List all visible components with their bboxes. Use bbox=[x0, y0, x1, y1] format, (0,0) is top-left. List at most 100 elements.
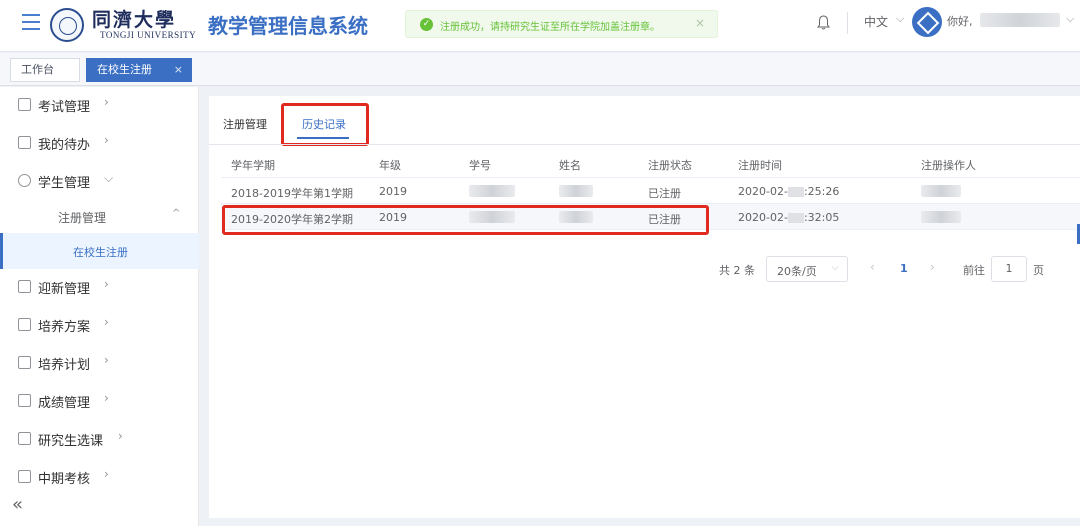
tab-registration-management[interactable]: 注册管理 bbox=[223, 116, 267, 132]
bell-icon[interactable] bbox=[817, 15, 830, 30]
term-cell: 2018-2019学年第1学期 bbox=[231, 187, 353, 200]
sidebar-item-todo[interactable]: 我的待办 › bbox=[0, 125, 199, 161]
time-prefix: 2020-02- bbox=[738, 185, 788, 198]
chevron-down-icon: ⌵ bbox=[831, 262, 839, 273]
grades-icon bbox=[18, 394, 31, 407]
course-icon bbox=[18, 432, 31, 445]
sidebar-item-label: 迎新管理 bbox=[38, 282, 91, 297]
operator-redacted bbox=[921, 185, 961, 197]
sidebar-item-label: 我的待办 bbox=[38, 138, 91, 153]
chevron-right-icon: › bbox=[104, 391, 109, 405]
operator-redacted bbox=[921, 211, 961, 223]
sidebar-item-registration[interactable]: 注册管理 ^ bbox=[0, 199, 199, 235]
toast-message: 注册成功，请持研究生证至所在学院加盖注册章。 bbox=[440, 22, 660, 33]
page-size-select[interactable]: 20条/页 ⌵ bbox=[766, 256, 848, 282]
table-row[interactable]: 2018-2019学年第1学期 2019 已注册 2020-02- :25:26 bbox=[221, 178, 1080, 204]
column-header: 注册时间 bbox=[738, 159, 782, 172]
todo-icon bbox=[18, 136, 31, 149]
avatar[interactable] bbox=[912, 7, 942, 37]
collapse-sidebar-icon[interactable]: « bbox=[12, 494, 23, 515]
chevron-right-icon: › bbox=[104, 277, 109, 291]
chevron-up-icon: ^ bbox=[172, 208, 181, 219]
grid-icon bbox=[18, 318, 31, 331]
sidebar-item-grades[interactable]: 成绩管理 › bbox=[0, 383, 199, 419]
sidebar-item-label: 中期考核 bbox=[38, 472, 91, 487]
close-icon[interactable]: × bbox=[695, 16, 705, 30]
chevron-right-icon: › bbox=[118, 429, 123, 443]
system-title: 教学管理信息系统 bbox=[208, 14, 368, 38]
sidebar-item-label: 培养计划 bbox=[38, 358, 91, 373]
sidebar-item-enrollment[interactable]: 迎新管理 › bbox=[0, 269, 199, 305]
chevron-down-icon: ⌵ bbox=[104, 171, 114, 185]
time-suffix: :32:05 bbox=[803, 211, 840, 224]
logo-chinese: 同濟大學 bbox=[92, 9, 177, 31]
sidebar: 考试管理 › 我的待办 › 学生管理 ⌵ 注册管理 ^ 在校生注册 迎新管理 ›… bbox=[0, 87, 199, 526]
time-cell: 2020-02-:32:05 bbox=[738, 211, 839, 224]
language-select[interactable]: 中文 bbox=[864, 13, 888, 30]
sidebar-item-label: 在校生注册 bbox=[73, 246, 128, 259]
table-header: 学年学期 年级 学号 姓名 注册状态 注册时间 注册操作人 bbox=[221, 148, 1080, 178]
column-header: 注册操作人 bbox=[921, 159, 976, 172]
chevron-right-icon: › bbox=[104, 353, 109, 367]
column-header: 学号 bbox=[469, 159, 491, 172]
goto-page-input[interactable]: 1 bbox=[991, 256, 1027, 282]
university-seal-icon bbox=[50, 8, 84, 42]
close-icon[interactable]: × bbox=[174, 59, 183, 81]
logo-english: TONGJI UNIVERSITY bbox=[100, 30, 197, 40]
status-cell: 已注册 bbox=[648, 187, 681, 200]
sidebar-item-program[interactable]: 培养方案 › bbox=[0, 307, 199, 343]
tab-bar: 工作台 在校生注册 × bbox=[0, 53, 1080, 86]
chevron-right-icon: › bbox=[104, 95, 109, 109]
sidebar-item-label: 成绩管理 bbox=[38, 396, 91, 411]
user-name-redacted bbox=[980, 13, 1060, 27]
sidebar-item-student[interactable]: 学生管理 ⌵ bbox=[0, 163, 199, 199]
sidebar-item-label: 注册管理 bbox=[58, 211, 107, 225]
chevron-down-icon[interactable]: ⌵ bbox=[1066, 12, 1074, 26]
sidebar-item-label: 学生管理 bbox=[38, 176, 91, 191]
prev-page-icon[interactable]: ‹ bbox=[870, 260, 875, 274]
time-redacted bbox=[787, 213, 804, 223]
tabs-divider bbox=[209, 144, 1080, 145]
student-id-redacted bbox=[469, 185, 515, 197]
sidebar-item-midterm[interactable]: 中期考核 › bbox=[0, 459, 199, 495]
chevron-right-icon: › bbox=[104, 133, 109, 147]
exam-icon bbox=[18, 98, 31, 111]
sidebar-item-plan[interactable]: 培养计划 › bbox=[0, 345, 199, 381]
sidebar-item-course-selection[interactable]: 研究生选课 › bbox=[0, 421, 199, 457]
midterm-icon bbox=[18, 470, 31, 483]
tab-label: 在校生注册 bbox=[97, 63, 152, 76]
pagination-total: 共 2 条 bbox=[719, 264, 755, 277]
success-toast: ✓ 注册成功，请持研究生证至所在学院加盖注册章。 × bbox=[405, 10, 718, 38]
grade-cell: 2019 bbox=[379, 185, 407, 198]
column-header: 姓名 bbox=[559, 159, 581, 172]
menu-icon[interactable] bbox=[22, 14, 40, 30]
student-name-redacted bbox=[559, 185, 593, 197]
sidebar-item-label: 考试管理 bbox=[38, 100, 91, 115]
check-icon: ✓ bbox=[420, 18, 433, 31]
sidebar-item-exam[interactable]: 考试管理 › bbox=[0, 87, 199, 123]
sidebar-item-label: 培养方案 bbox=[38, 320, 91, 335]
page-size-value: 20条/页 bbox=[777, 265, 817, 278]
column-header: 学年学期 bbox=[231, 159, 275, 172]
column-header: 年级 bbox=[379, 159, 401, 172]
top-header: 同濟大學 TONGJI UNIVERSITY 教学管理信息系统 ✓ 注册成功，请… bbox=[0, 0, 1080, 52]
time-cell: 2020-02- :25:26 bbox=[738, 185, 839, 198]
time-suffix: :25:26 bbox=[803, 185, 840, 198]
calendar-icon bbox=[18, 356, 31, 369]
chevron-right-icon: › bbox=[104, 315, 109, 329]
goto-label: 前往 bbox=[963, 264, 985, 277]
chevron-right-icon: › bbox=[104, 467, 109, 481]
header-divider bbox=[847, 12, 848, 34]
tab-workbench[interactable]: 工作台 bbox=[10, 58, 80, 82]
page-number[interactable]: 1 bbox=[900, 262, 908, 275]
next-page-icon[interactable]: › bbox=[930, 260, 935, 274]
chevron-down-icon[interactable]: ⌵ bbox=[896, 12, 904, 26]
tab-student-registration[interactable]: 在校生注册 × bbox=[86, 58, 192, 82]
sidebar-item-student-registration[interactable]: 在校生注册 bbox=[0, 233, 199, 269]
enrollment-icon bbox=[18, 280, 31, 293]
page-unit-label: 页 bbox=[1033, 264, 1044, 277]
tab-label: 工作台 bbox=[21, 63, 54, 76]
main-card: 注册管理 历史记录 学年学期 年级 学号 姓名 注册状态 注册时间 注册操作人 … bbox=[209, 96, 1080, 518]
time-redacted bbox=[787, 187, 804, 197]
sidebar-item-label: 研究生选课 bbox=[38, 434, 104, 449]
